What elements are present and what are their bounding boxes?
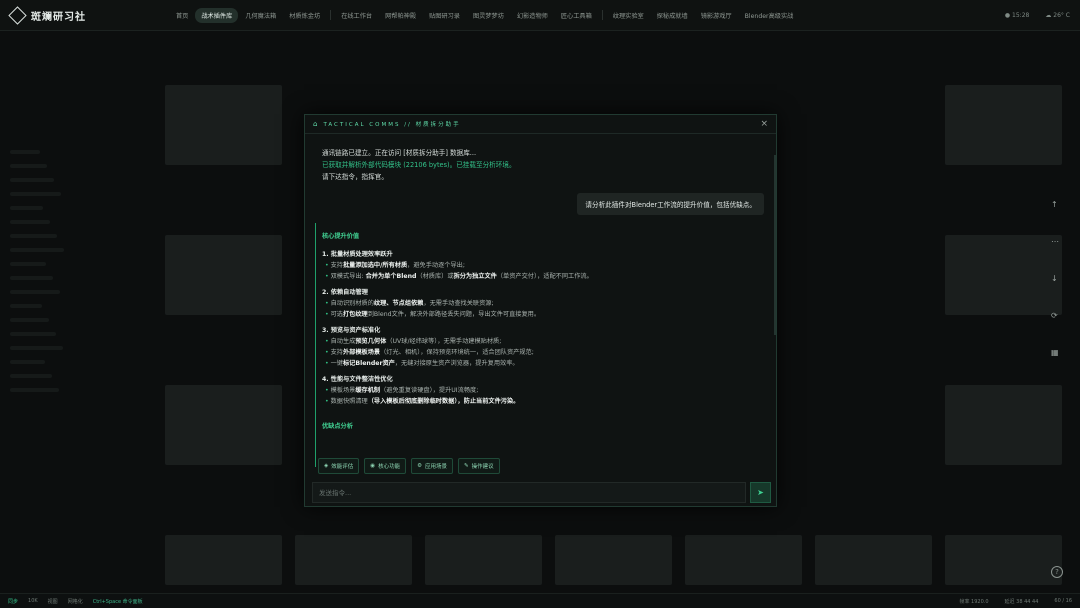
nav-item[interactable]: 材质炼金坊 [283,8,326,23]
quick-action-icon: ◈ [324,463,329,469]
response-bullet: • 可选打包纹理到Blend文件，解决外部路径丢失问题，导出文件可直接复用。 [325,311,541,318]
nav-item[interactable]: 匠心工具箱 [555,8,598,23]
background-sidebar-item [10,332,56,336]
system-message: 通讯链路已建立。正在访问 [材质拆分助手] 数据库... 已获取并解析外部代码模… [322,149,516,181]
response-subheading: 优缺点分析 [322,423,353,430]
background-sidebar-item [10,388,59,392]
clock: ● 15:28 [1004,12,1030,19]
nav-item[interactable]: Blender高级实战 [739,8,800,23]
background-sidebar-item [10,304,42,308]
nav-item[interactable]: 探秘成就墙 [651,8,694,23]
response-bullet: • 一键标记Blender资产，无缝对接原生资产浏览器，提升复用效率。 [325,360,519,367]
response-bullet: • 自动生成预览几何体（UV球/经纬球等），无需手动建模贴材质; [325,338,502,345]
nav-item[interactable]: 首页 [170,8,194,23]
nav-separator [601,10,603,20]
close-button[interactable]: × [760,119,768,129]
background-sidebar-item [10,290,60,294]
nav-item[interactable]: 网帮帕神殿 [379,8,422,23]
background-card [165,535,282,585]
response-section-title: 1. 批量材质处理效率跃升 [322,251,393,258]
response-bullet: • 模板场景缓存机制（避免重复读硬盘），提升UI流畅度; [325,387,479,394]
nav-item[interactable]: 几何魔法箱 [239,8,282,23]
background-sidebar-item [10,276,53,280]
scroll-up-icon[interactable]: ↑ [1051,200,1059,209]
quick-action-icon: ⚙ [417,463,423,469]
nav-item[interactable]: 贴图研习录 [423,8,466,23]
brand[interactable]: 斑斓研习社 [0,5,150,25]
main-nav: 首页 战术插件库 几何魔法箱 材质炼金坊 在线工作台 网帮帕神殿 贴图研习录 图灵梦梦坊 幻影造… [170,7,800,23]
background-sidebar-item [10,206,43,210]
assistant-response: 核心提升价值 1. 批量材质处理效率跃升 • 支持批量添加选中/所有材质，避免手动… [315,223,771,467]
background-sidebar-item [10,234,57,238]
background-sidebar-item [10,164,47,168]
weather: ☁ 26° C [1045,12,1070,19]
response-bullet: • 数据快照清理（导入模板后彻底删除临时数据），防止当前文件污染。 [325,398,520,405]
background-card [165,385,282,465]
background-card [165,235,282,315]
grid-icon[interactable]: ▦ [1051,348,1059,357]
quick-action-icon: ◉ [370,463,376,469]
nav-item[interactable]: 战术插件库 [195,7,239,23]
nav-item[interactable]: 图灵梦梦坊 [467,8,510,23]
background-card [295,535,412,585]
message-list[interactable]: 通讯链路已建立。正在访问 [材质拆分助手] 数据库... 已获取并解析外部代码模… [305,135,776,467]
background-card [685,535,802,585]
background-card [815,535,932,585]
brand-diamond-icon [8,5,27,25]
quick-action-button[interactable]: ◉ 核心功能 [364,458,407,474]
help-icon[interactable]: ? [1051,566,1063,578]
background-sidebar-item [10,248,64,252]
background-sidebar-item [10,150,40,154]
send-icon: ➤ [757,488,764,497]
background-sidebar-item [10,374,52,378]
send-button[interactable]: ➤ [750,482,771,503]
quick-action-button[interactable]: ◈ 效能评估 [318,458,360,474]
background-card [945,535,1062,585]
refresh-icon[interactable]: ⟳ [1051,311,1059,320]
scroll-down-icon[interactable]: ↓ [1051,274,1059,283]
background-card [555,535,672,585]
response-section-title: 2. 依赖自动管理 [322,289,368,296]
response-bullet: • 双模式导出: 合并为单个Blend（材质库）或拆分为独立文件（单资产交付），… [325,273,593,280]
background-sidebar-item [10,262,46,266]
tactical-comms-dialog: ⌂ TACTICAL COMMS // 材质拆分助手 × 通讯链路已建立。正在访… [304,114,777,507]
right-rail: ↑ ⋯ ↓ ⟳ ▦ [1051,200,1059,357]
dialog-title: TACTICAL COMMS // 材质拆分助手 [323,122,461,128]
nav-separator [330,10,332,20]
background-sidebar-item [10,220,50,224]
background-card [945,235,1062,315]
background-sidebar-item [10,178,54,182]
background-card [425,535,542,585]
nav-item[interactable]: 镜影游戏厅 [695,8,738,23]
robot-icon: ⌂ [313,120,318,128]
response-bullet: • 支持批量添加选中/所有材质，避免手动逐个导出; [325,262,465,269]
background-card [945,385,1062,465]
brand-name: 斑斓研习社 [31,11,86,23]
dialog-header: ⌂ TACTICAL COMMS // 材质拆分助手 × [305,115,776,134]
response-bullet: • 自动识别材质的纹理、节点组依赖，无需手动查找关联资源; [325,300,494,307]
background-sidebar-item [10,360,45,364]
quick-action-button[interactable]: ⚙ 应用场景 [411,458,454,474]
scrollbar[interactable] [774,155,776,335]
response-section-title: 4. 性能与文件整洁性优化 [322,376,393,383]
background-sidebar-item [10,318,49,322]
quick-action-icon: ✎ [464,463,469,469]
nav-item[interactable]: 幻影造物师 [511,8,554,23]
background-card [165,85,282,165]
quick-action-button[interactable]: ✎ 操作建议 [458,458,500,474]
response-bullet: • 支持外部模板场景（灯光、相机），保持预览环境统一，适合团队资产规范; [325,349,534,356]
top-bar: 斑斓研习社 首页 战术插件库 几何魔法箱 材质炼金坊 在线工作台 网帮帕神殿 贴图研习录 图灵… [0,0,1080,31]
more-icon[interactable]: ⋯ [1051,237,1059,246]
status-bar: 同步 10K 视图 网格化 Ctrl+Space 命令面板 帧率 1920.0 … [0,593,1080,608]
background-card [945,85,1062,165]
nav-item[interactable]: 在线工作台 [335,8,378,23]
background-sidebar-item [10,192,61,196]
response-section-title: 3. 预览与资产标准化 [322,327,381,334]
command-input[interactable] [312,482,746,503]
nav-item[interactable]: 纹理实验室 [607,8,650,23]
quick-actions: ◈ 效能评估 ◉ 核心功能 ⚙ 应用场景 ✎ 操作建议 [318,458,500,474]
background-sidebar-item [10,346,63,350]
user-message: 请分析此插件对Blender工作流的提升价值，包括优缺点。 [577,193,764,215]
